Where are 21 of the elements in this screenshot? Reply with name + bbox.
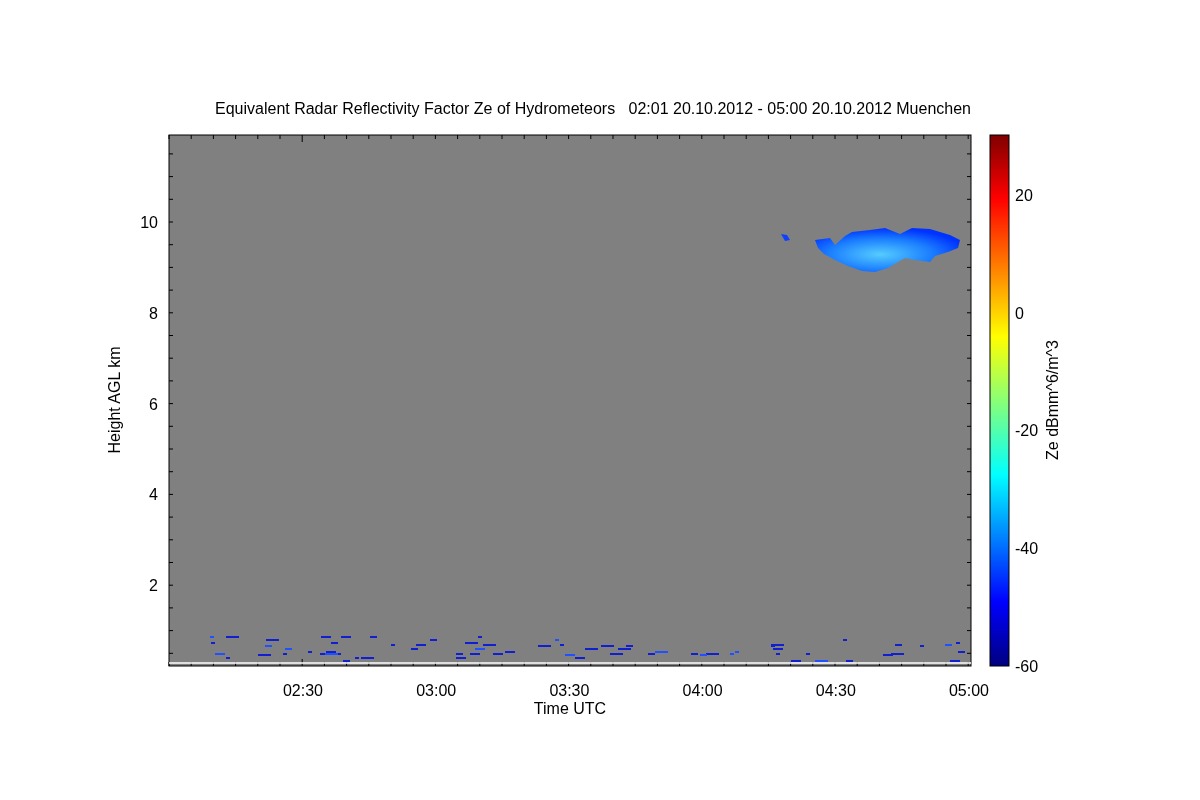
x-tick-label: 04:00 [682, 682, 723, 699]
y-tick-label: 6 [149, 395, 158, 413]
echo-speck-drawing [781, 234, 790, 241]
y-tick-label: 4 [149, 486, 158, 504]
y-axis-label: Height AGL km [106, 346, 123, 454]
colorbar-tick-label: 20 [1015, 187, 1033, 204]
chart-title: Equivalent Radar Reflectivity Factor Ze of Hydrometeors 02:01 20.10.2012 - 05:00 20.10.2012 Muenchen [215, 100, 971, 117]
y-tick-label: 10 [140, 214, 158, 231]
x-tick-label: 04:30 [815, 682, 856, 699]
x-tick-label: 03:00 [416, 682, 457, 699]
x-tick-label: 03:30 [549, 682, 590, 699]
x-tick-label: 05:00 [949, 682, 989, 699]
colorbar-tick-label: -40 [1015, 540, 1039, 558]
y-tick-label: 8 [149, 304, 158, 322]
y-tick-label: 2 [149, 577, 158, 594]
colorbar-tick-label: -60 [1015, 657, 1039, 675]
colorbar-tick-label: -20 [1015, 422, 1039, 440]
colorbar-label: Ze dBmm^6/m^3 [1044, 340, 1061, 460]
colorbar-tick-label: 0 [1015, 304, 1024, 322]
x-tick-label: 02:30 [283, 682, 323, 699]
x-axis-label: Time UTC [533, 700, 607, 717]
